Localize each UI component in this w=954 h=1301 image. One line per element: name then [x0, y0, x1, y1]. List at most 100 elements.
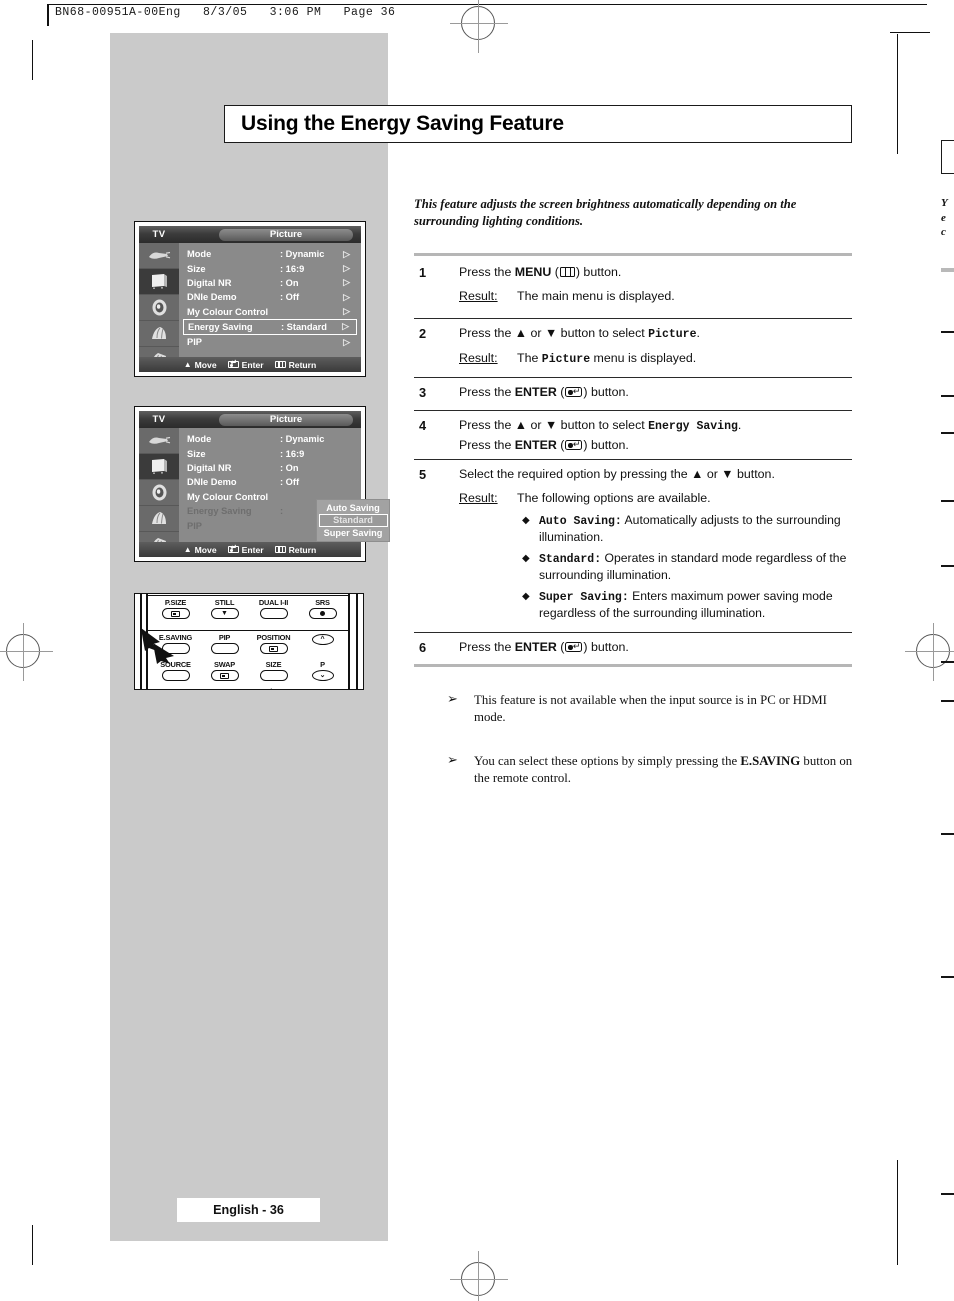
menu-row-my-colour-control[interactable]: My Colour Control ▷: [179, 305, 361, 319]
pip-button[interactable]: [210, 643, 239, 654]
step-1: 1 Press the MENU () button. Result: The …: [414, 264, 854, 305]
registration-mark-top: [450, 0, 508, 53]
menu-row-mode[interactable]: Mode : Dynamic ▷: [179, 247, 361, 261]
menu-row-value: : Dynamic: [280, 434, 325, 445]
callout-arrow-lower: [152, 641, 186, 665]
menu-row-value: : Off: [280, 292, 300, 303]
remote-key-label: STOP: [200, 687, 249, 689]
remote-key-label: P: [320, 660, 325, 669]
feature-fan-icon[interactable]: [139, 321, 179, 347]
menu-row-digital-nr[interactable]: Digital NR : On ▷: [179, 276, 361, 290]
menu-row-label: Energy Saving: [188, 321, 253, 332]
diamond-bullet-icon: ◆: [522, 591, 530, 602]
submenu-option-standard[interactable]: Standard: [318, 514, 388, 527]
nav-return-2[interactable]: Return: [274, 544, 317, 555]
step-result: Result: The main menu is displayed.: [459, 288, 854, 305]
sound-speaker-icon[interactable]: [139, 480, 179, 506]
step-text-a: Press the: [459, 640, 515, 654]
step-line: Press the ENTER (↵) button.: [459, 384, 854, 401]
tv-menu-title-2: Picture: [219, 413, 353, 426]
step-2: 2 Press the ▲ or ▼ button to select Pict…: [414, 325, 854, 368]
srs-button[interactable]: [308, 608, 337, 619]
remote-key-still[interactable]: STILL ▼: [200, 598, 249, 619]
remote-key-psize[interactable]: P.SIZE: [151, 598, 200, 619]
remote-key-playpause[interactable]: PLAY/PAUSE ▶❙❙: [249, 687, 298, 689]
nav-return-1[interactable]: Return: [274, 360, 316, 370]
still-button[interactable]: ▼: [210, 608, 239, 619]
size-button[interactable]: [259, 670, 288, 681]
feature-fan-icon[interactable]: [139, 506, 179, 532]
menu-row-mode[interactable]: Mode : Dynamic: [179, 432, 361, 446]
remote-key-label: SRS: [315, 598, 330, 607]
nav-enter-label: Enter: [241, 359, 264, 370]
edge-tick-10: [941, 1193, 954, 1196]
picture-tv-icon[interactable]: [139, 269, 179, 295]
remote-key-label: REW: [151, 687, 200, 689]
menu-icon: [274, 360, 286, 369]
menu-row-pip[interactable]: PIP ▷: [179, 335, 361, 349]
step-line: Press the ▲ or ▼ button to select Pictur…: [459, 325, 854, 343]
submenu-option-super-saving[interactable]: Super Saving: [319, 527, 388, 540]
up-down-arrows-icon: ▲: [183, 359, 192, 369]
result-label: Result:: [459, 289, 498, 303]
result-text: The following options are available.: [517, 491, 711, 505]
menu-row-energy-saving[interactable]: Energy Saving : Standard ▷: [183, 318, 357, 335]
tv-menu-list-1: Mode : Dynamic ▷ Size : 16:9 ▷ Digital N…: [179, 243, 361, 372]
step-body: Press the MENU () button. Result: The ma…: [459, 264, 854, 305]
edge-tick-1: [941, 331, 954, 334]
nav-move-2[interactable]: ▲ Move: [184, 545, 217, 555]
menu-row-size[interactable]: Size : 16:9: [179, 446, 361, 460]
step-3: 3 Press the ENTER (↵) button.: [414, 384, 854, 403]
remote-key-ff[interactable]: FF ▶▶: [298, 687, 347, 689]
sound-speaker-icon[interactable]: [139, 295, 179, 321]
remote-key-size[interactable]: SIZE: [249, 660, 298, 681]
position-button[interactable]: [259, 643, 288, 654]
submenu-option-auto-saving[interactable]: Auto Saving: [319, 502, 388, 515]
channel-down-button[interactable]: ⌄: [311, 670, 334, 681]
step-number: 5: [419, 467, 427, 482]
dual-button[interactable]: [259, 608, 288, 619]
note-1: ➢ This feature is not available when the…: [414, 692, 854, 725]
tv-menu-inner-2: TV Picture Mode: Dynamic Size: 16:9 Di…: [139, 411, 390, 557]
input-plug-icon[interactable]: [139, 428, 179, 454]
menu-icon: [559, 267, 575, 277]
menu-row-digital-nr[interactable]: Digital NR : On: [179, 461, 361, 475]
remote-key-rew[interactable]: REW ◀◀: [151, 687, 200, 689]
remote-key-dual[interactable]: DUAL I-II: [249, 598, 298, 619]
remote-key-srs[interactable]: SRS: [298, 598, 347, 619]
option-item-standard: ◆ Standard: Operates in standard mode re…: [522, 551, 854, 583]
menu-row-label: DNIe Demo: [187, 477, 237, 488]
menu-row-dnie-demo[interactable]: DNIe Demo : Off: [179, 475, 361, 489]
rule-below-step-5: [414, 632, 852, 634]
registration-mark-bottom: [450, 1251, 508, 1301]
remote-key-label: STILL: [214, 598, 235, 607]
step-text-b: button to select: [557, 326, 649, 340]
remote-key-pip[interactable]: PIP: [200, 633, 249, 654]
swap-button[interactable]: [210, 670, 239, 681]
nav-move-1[interactable]: ▲ Move: [184, 360, 217, 370]
source-button[interactable]: [161, 670, 190, 681]
remote-key-stop[interactable]: STOP ■: [200, 687, 249, 689]
tv-menu-screenshot-2: TV Picture Mode: Dynamic Size: 16:9 Di…: [134, 406, 390, 562]
input-plug-icon[interactable]: [139, 243, 179, 269]
remote-key-position[interactable]: POSITION: [249, 633, 298, 654]
option-item-auto-saving: ◆ Auto Saving: Automatically adjusts to …: [522, 513, 854, 545]
diamond-bullet-icon: ◆: [522, 553, 530, 564]
remote-key-label: PIP: [218, 633, 231, 642]
picture-tv-icon[interactable]: [139, 454, 179, 480]
nav-enter-1[interactable]: Enter: [227, 358, 264, 370]
remote-key-swap[interactable]: SWAP: [200, 660, 249, 681]
remote-key-channel-up[interactable]: ^: [298, 633, 347, 654]
bleed-box: [941, 140, 954, 174]
menu-row-dnie-demo[interactable]: DNIe Demo : Off ▷: [179, 290, 361, 304]
chevron-right-icon: ▷: [343, 336, 350, 347]
menu-row-size[interactable]: Size : 16:9 ▷: [179, 261, 361, 275]
tv-menu-navbar-2: ▲ Move Enter Return: [139, 542, 361, 557]
channel-up-button[interactable]: ^: [311, 634, 334, 645]
menu-row-label: PIP: [187, 520, 202, 531]
psize-button[interactable]: [161, 608, 190, 619]
nav-return-label: Return: [288, 544, 317, 555]
remote-key-p[interactable]: P ⌄: [298, 660, 347, 681]
nav-enter-2[interactable]: Enter: [227, 543, 264, 555]
edge-tick-2: [941, 395, 954, 398]
